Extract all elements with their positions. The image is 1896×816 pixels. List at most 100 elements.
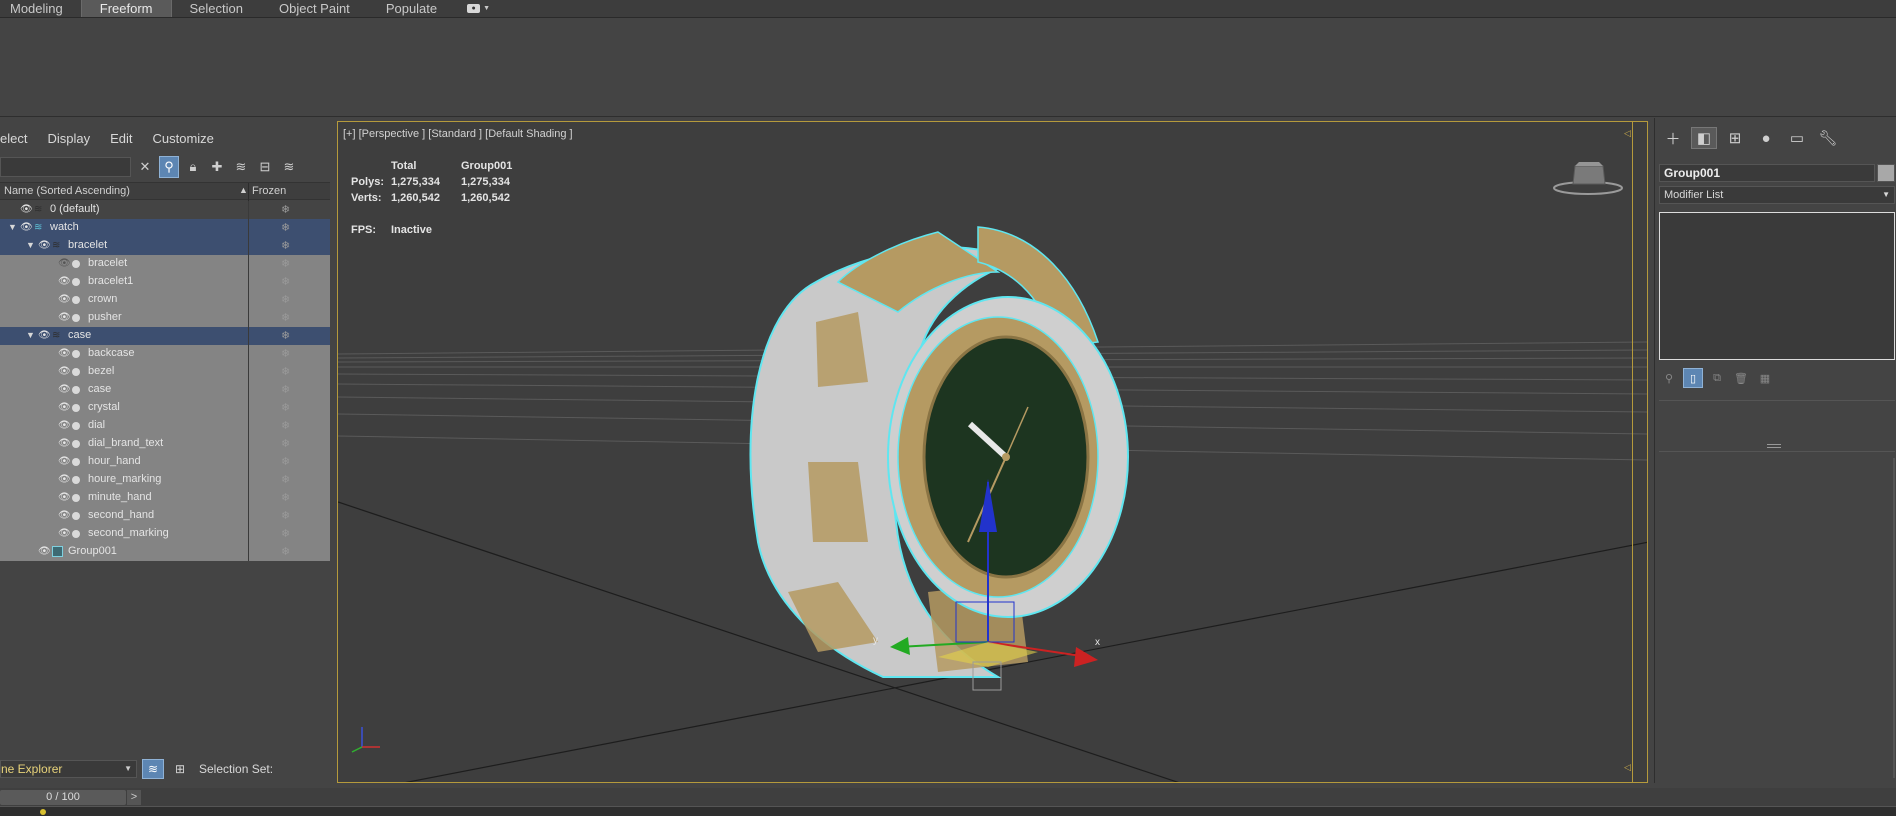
keyframe-marker[interactable] — [40, 809, 46, 815]
visibility-eye-icon[interactable]: 👁︎ — [38, 240, 51, 251]
track-bar[interactable] — [0, 806, 1896, 816]
visibility-eye-icon[interactable]: 👁︎ — [38, 330, 51, 341]
visibility-eye-icon[interactable]: 👁︎ — [58, 276, 71, 287]
tab-selection[interactable]: Selection — [172, 0, 261, 17]
object-color-swatch[interactable] — [1877, 164, 1895, 182]
tab-modeling[interactable]: Modeling — [0, 0, 81, 17]
sort-by-layer-button[interactable]: ≋ — [142, 759, 164, 779]
layer-stack-button[interactable]: ≋ — [279, 156, 299, 178]
scene-tree-row[interactable]: 👁︎ bracelet ❄ — [0, 255, 330, 273]
visibility-eye-icon[interactable]: 👁︎ — [58, 402, 71, 413]
tab-modify[interactable]: ◧ — [1691, 127, 1717, 149]
visibility-eye-icon[interactable]: 👁︎ — [58, 348, 71, 359]
visibility-eye-icon[interactable]: 👁︎ — [20, 204, 33, 215]
frame-counter[interactable]: 0 / 100 — [0, 790, 126, 805]
visibility-eye-icon[interactable]: 👁︎ — [58, 420, 71, 431]
time-slider[interactable]: 0 / 100 > — [0, 788, 1896, 806]
menu-customize[interactable]: Customize — [143, 129, 224, 149]
next-frame-button[interactable]: > — [127, 790, 141, 805]
frozen-toggle-icon[interactable]: ❄ — [281, 347, 290, 360]
rollout-resize-handle[interactable] — [1767, 444, 1781, 448]
remove-modifier-button[interactable]: 🗑︎ — [1731, 368, 1751, 388]
tab-display[interactable]: ▭ — [1784, 127, 1810, 149]
tab-motion[interactable]: ● — [1753, 127, 1779, 149]
scene-tree-row[interactable]: 👁︎ hour_hand ❄ — [0, 453, 330, 471]
frozen-toggle-icon[interactable]: ❄ — [281, 365, 290, 378]
command-panel-scrollbar[interactable] — [1893, 458, 1895, 778]
visibility-eye-icon[interactable]: 👁︎ — [20, 222, 33, 233]
visibility-eye-icon[interactable]: 👁︎ — [58, 492, 71, 503]
scene-tree-row[interactable]: ▼ 👁︎ ≋ watch ❄ — [0, 219, 330, 237]
layer-tools-button[interactable]: ≋ — [231, 156, 251, 178]
search-input[interactable] — [0, 157, 131, 177]
menu-display[interactable]: Display — [37, 129, 100, 149]
clear-search-button[interactable]: ✕ — [135, 156, 155, 178]
visibility-eye-icon[interactable]: 👁︎ — [58, 294, 71, 305]
scene-tree-row[interactable]: ▼ 👁︎ ≋ bracelet ❄ — [0, 237, 330, 255]
tab-object-paint[interactable]: Object Paint — [261, 0, 368, 17]
visibility-eye-icon[interactable]: 👁︎ — [58, 456, 71, 467]
tab-hierarchy[interactable]: ⊞ — [1722, 127, 1748, 149]
frozen-toggle-icon[interactable]: ❄ — [281, 239, 290, 252]
frozen-toggle-icon[interactable]: ❄ — [281, 221, 290, 234]
pin-stack-button[interactable]: ⚲ — [1659, 368, 1679, 388]
viewport-canvas[interactable]: x y — [338, 122, 1648, 783]
frozen-toggle-icon[interactable]: ❄ — [281, 419, 290, 432]
scene-tree-row[interactable]: 👁︎ Group001 ❄ — [0, 543, 330, 561]
visibility-eye-icon[interactable]: 👁︎ — [58, 384, 71, 395]
tab-utilities[interactable]: 🔧︎ — [1815, 127, 1841, 149]
frozen-toggle-icon[interactable]: ❄ — [281, 203, 290, 216]
scene-tree-row[interactable]: 👁︎ crystal ❄ — [0, 399, 330, 417]
frozen-toggle-icon[interactable]: ❄ — [281, 401, 290, 414]
scene-tree-row[interactable]: 👁︎ pusher ❄ — [0, 309, 330, 327]
column-name[interactable]: Name (Sorted Ascending) — [4, 185, 130, 197]
frozen-toggle-icon[interactable]: ❄ — [281, 545, 290, 558]
scene-tree-row[interactable]: 👁︎ ≋ 0 (default) ❄ — [0, 201, 330, 219]
frozen-toggle-icon[interactable]: ❄ — [281, 329, 290, 342]
modifier-stack-list[interactable] — [1659, 212, 1895, 360]
viewport-label-menu[interactable]: [+] [Perspective ] [Standard ] [Default … — [343, 128, 573, 140]
object-name-field[interactable]: Group001 — [1659, 164, 1875, 182]
visibility-eye-icon[interactable]: 👁︎ — [58, 474, 71, 485]
modifier-list-dropdown[interactable]: Modifier List ▼ — [1659, 186, 1895, 204]
scene-tree-row[interactable]: ▼ 👁︎ ≋ case ❄ — [0, 327, 330, 345]
frozen-toggle-icon[interactable]: ❄ — [281, 527, 290, 540]
scene-tree-row[interactable]: 👁︎ case ❄ — [0, 381, 330, 399]
scene-tree-row[interactable]: 👁︎ backcase ❄ — [0, 345, 330, 363]
menu-edit[interactable]: Edit — [100, 129, 142, 149]
frozen-toggle-icon[interactable]: ❄ — [281, 455, 290, 468]
explorer-selector-dropdown[interactable]: ne Explorer ▼ — [0, 760, 137, 778]
scene-tree-row[interactable]: 👁︎ second_hand ❄ — [0, 507, 330, 525]
scene-tree-row[interactable]: 👁︎ crown ❄ — [0, 291, 330, 309]
add-layer-button[interactable]: ✚ — [207, 156, 227, 178]
scene-tree-row[interactable]: 👁︎ minute_hand ❄ — [0, 489, 330, 507]
scene-tree-row[interactable]: 👁︎ bezel ❄ — [0, 363, 330, 381]
viewcube-icon[interactable] — [1553, 160, 1623, 200]
visibility-eye-icon[interactable]: 👁︎ — [58, 438, 71, 449]
frozen-toggle-icon[interactable]: ❄ — [281, 473, 290, 486]
column-frozen[interactable]: Frozen — [252, 185, 286, 197]
perspective-viewport[interactable]: x y [+] [Perspective ] [Standard ] [Defa… — [337, 121, 1648, 783]
configure-modifier-sets-button[interactable]: ▦ — [1755, 368, 1775, 388]
expand-toggle-icon[interactable]: ▼ — [26, 240, 35, 250]
frozen-toggle-icon[interactable]: ❄ — [281, 257, 290, 270]
tab-populate[interactable]: Populate — [368, 0, 455, 17]
watch-model[interactable] — [749, 226, 1129, 678]
frozen-toggle-icon[interactable]: ❄ — [281, 383, 290, 396]
visibility-eye-icon[interactable]: 👁︎ — [58, 510, 71, 521]
filter-toggle-button[interactable]: ⚲ — [159, 156, 179, 178]
scene-tree-row[interactable]: 👁︎ bracelet1 ❄ — [0, 273, 330, 291]
scene-tree-row[interactable]: 👁︎ second_marking ❄ — [0, 525, 330, 543]
sort-by-hierarchy-button[interactable]: ⊞ — [169, 759, 191, 779]
frozen-toggle-icon[interactable]: ❄ — [281, 491, 290, 504]
scene-tree-row[interactable]: 👁︎ dial ❄ — [0, 417, 330, 435]
visibility-eye-icon[interactable]: 👁︎ — [58, 528, 71, 539]
ribbon-options-button[interactable]: ● ▼ — [455, 0, 502, 17]
lock-button[interactable]: 🔒︎ — [183, 156, 203, 178]
menu-select[interactable]: elect — [0, 129, 37, 149]
frozen-toggle-icon[interactable]: ❄ — [281, 437, 290, 450]
tab-freeform[interactable]: Freeform — [80, 0, 172, 17]
frozen-toggle-icon[interactable]: ❄ — [281, 509, 290, 522]
visibility-eye-icon[interactable]: 👁︎ — [38, 546, 51, 557]
visibility-eye-icon[interactable]: 👁︎ — [58, 366, 71, 377]
